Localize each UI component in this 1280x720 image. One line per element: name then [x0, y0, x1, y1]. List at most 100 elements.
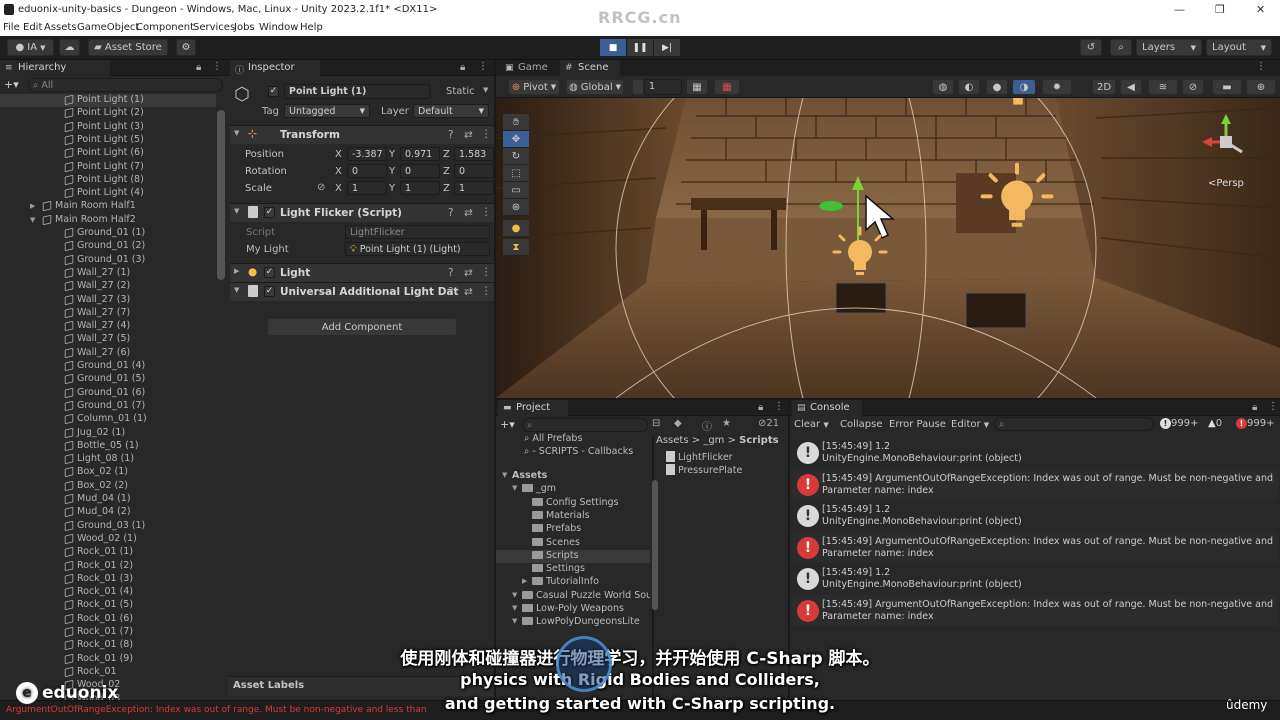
file-lightflicker[interactable]: LightFlicker	[666, 451, 733, 464]
expand-icon[interactable]: ▼	[512, 484, 517, 492]
expand-icon[interactable]: ▼	[502, 471, 507, 479]
hidden-objects-toggle[interactable]: ⊘	[1182, 79, 1204, 95]
tag-dropdown[interactable]: Untagged ▼	[284, 104, 370, 118]
create-icon[interactable]: +▾	[500, 418, 515, 431]
hierarchy-item[interactable]: Rock_01 (3)	[0, 573, 216, 586]
light-flicker-enabled-checkbox[interactable]: ✓	[264, 207, 275, 218]
2d-toggle[interactable]: 2D	[1092, 79, 1116, 95]
hierarchy-scrollbar[interactable]	[217, 110, 225, 280]
hierarchy-item[interactable]: Box_02 (2)	[0, 480, 216, 493]
light-probe-tool[interactable]: ⧗	[503, 239, 529, 256]
add-component-button[interactable]: Add Component	[267, 318, 457, 336]
axis-x-label[interactable]: X	[335, 166, 342, 177]
log-count-toggle[interactable]: ! 999+	[1160, 418, 1198, 429]
hierarchy-item[interactable]: Box_02 (1)	[0, 466, 216, 479]
tab-project[interactable]: ▬ Project	[498, 400, 568, 416]
warn-count-toggle[interactable]: ▲0	[1208, 418, 1222, 429]
projection-label[interactable]: <Persp	[1208, 178, 1244, 189]
scale-x-field[interactable]: 1	[347, 181, 387, 195]
expand-icon[interactable]: ▶	[522, 577, 527, 585]
axis-y-label[interactable]: Y	[389, 183, 395, 194]
project-tree-item[interactable]: ▼ _gm	[496, 483, 650, 496]
filter-icon[interactable]: ⓘ	[702, 418, 712, 433]
hierarchy-item[interactable]: Wall_27 (7)	[0, 307, 216, 320]
hierarchy-item[interactable]: Ground_01 (5)	[0, 373, 216, 386]
menu-services[interactable]: Services	[193, 22, 235, 33]
project-tree-item[interactable]: Scripts	[496, 549, 650, 563]
expand-icon[interactable]: ▼	[512, 617, 517, 625]
tab-game[interactable]: ▣ Game	[500, 60, 558, 76]
hierarchy-item[interactable]: ▼ Main Room Half2	[0, 214, 216, 227]
file-pressureplate[interactable]: PressurePlate	[666, 464, 742, 477]
search-by-label-icon[interactable]: ◆	[674, 418, 682, 429]
urp-enabled-checkbox[interactable]: ✓	[264, 286, 275, 297]
project-tree-scrollbar[interactable]	[652, 480, 658, 610]
object-name-field[interactable]: Point Light (1)	[284, 84, 430, 99]
rotation-x-field[interactable]: 0	[347, 164, 387, 178]
grid-size-field[interactable]: 1	[644, 79, 682, 95]
hierarchy-item[interactable]: Point Light (7)	[0, 161, 216, 174]
error-count-toggle[interactable]: ! 999+	[1236, 418, 1274, 429]
tab-hierarchy[interactable]: ≡ Hierarchy	[0, 60, 110, 76]
menu-help[interactable]: Help	[300, 22, 323, 33]
menu-dots-icon[interactable]: ⋮	[212, 61, 222, 72]
hierarchy-item[interactable]: Column_01 (1)	[0, 413, 216, 426]
scale-z-field[interactable]: 1	[454, 181, 494, 195]
preset-icon[interactable]: ⇄	[464, 267, 473, 279]
component-menu-icon[interactable]: ⋮	[481, 266, 492, 278]
preset-icon[interactable]: ⇄	[464, 207, 473, 219]
increment-snap-button[interactable]: ▦	[714, 79, 740, 95]
hierarchy-item[interactable]: Wall_27 (4)	[0, 320, 216, 333]
expand-icon[interactable]: ▶	[30, 202, 35, 210]
axis-x-label[interactable]: X	[335, 149, 342, 160]
hierarchy-item[interactable]: Ground_01 (3)	[0, 254, 216, 267]
error-pause-button[interactable]: Error Pause	[889, 419, 946, 430]
collapse-icon[interactable]: ▼	[30, 216, 35, 224]
breadcrumb-scripts[interactable]: Scripts	[739, 435, 778, 446]
project-tree-item[interactable]: Settings	[496, 563, 650, 576]
transform-tool[interactable]: ⊛	[503, 199, 529, 216]
hierarchy-item[interactable]: Mud_04 (2)	[0, 506, 216, 519]
rotate-tool[interactable]: ↻	[503, 148, 529, 165]
expand-icon[interactable]: ▼	[512, 604, 517, 612]
console-search-input[interactable]: ⌕	[994, 417, 1154, 431]
play-button[interactable]: ■	[600, 39, 626, 56]
hierarchy-item[interactable]: Bottle_05 (1)	[0, 440, 216, 453]
project-search-input[interactable]: ⌕	[522, 418, 648, 432]
snap-toggle[interactable]	[632, 79, 644, 95]
star-icon[interactable]: ★	[722, 418, 731, 429]
hierarchy-item[interactable]: Wall_27 (1)	[0, 267, 216, 280]
project-tree-item[interactable]: ▶ TutorialInfo	[496, 576, 650, 589]
effects-dropdown[interactable]: ≋	[1148, 79, 1178, 95]
transform-header[interactable]: ▼ ⊹ Transform ? ⇄ ⋮	[230, 125, 494, 144]
rotation-z-field[interactable]: 0	[454, 164, 494, 178]
settings-button[interactable]: ⚙	[176, 39, 196, 56]
hierarchy-item[interactable]: Jug_02 (1)	[0, 427, 216, 440]
lock-icon[interactable]: 🔒︎	[196, 62, 201, 73]
menu-window[interactable]: Window	[259, 22, 298, 33]
close-icon[interactable]: ✕	[1256, 3, 1265, 16]
menu-assets[interactable]: Assets	[44, 22, 77, 33]
hidden-packages-icon[interactable]: ⊘21	[758, 418, 779, 429]
hierarchy-item[interactable]: Ground_01 (2)	[0, 240, 216, 253]
hierarchy-item[interactable]: Rock_01 (4)	[0, 586, 216, 599]
hand-tool[interactable]: ✋︎	[503, 114, 529, 131]
expand-icon[interactable]: ▶	[234, 267, 239, 275]
view-orientation-gizmo[interactable]	[1202, 112, 1250, 172]
menu-dots-icon[interactable]: ⋮	[1268, 401, 1278, 412]
hierarchy-search-input[interactable]: ⌕ All	[28, 78, 223, 92]
editor-dropdown[interactable]: Editor ▼	[951, 419, 989, 430]
hierarchy-item[interactable]: Rock_01 (6)	[0, 613, 216, 626]
axis-y-label[interactable]: Y	[389, 166, 395, 177]
project-tree-item[interactable]: Materials	[496, 510, 650, 523]
breadcrumb-assets[interactable]: Assets	[656, 435, 689, 446]
position-z-field[interactable]: 1.583	[454, 147, 494, 161]
hierarchy-item[interactable]: Point Light (4)	[0, 187, 216, 200]
shaded-button[interactable]: ●	[986, 79, 1008, 95]
component-menu-icon[interactable]: ⋮	[481, 128, 492, 140]
minimize-icon[interactable]: —	[1174, 3, 1185, 16]
axis-x-label[interactable]: X	[335, 183, 342, 194]
scale-y-field[interactable]: 1	[400, 181, 440, 195]
wireframe-button[interactable]: ◍	[932, 79, 954, 95]
lighting-dropdown[interactable]: ✹	[1042, 79, 1072, 95]
